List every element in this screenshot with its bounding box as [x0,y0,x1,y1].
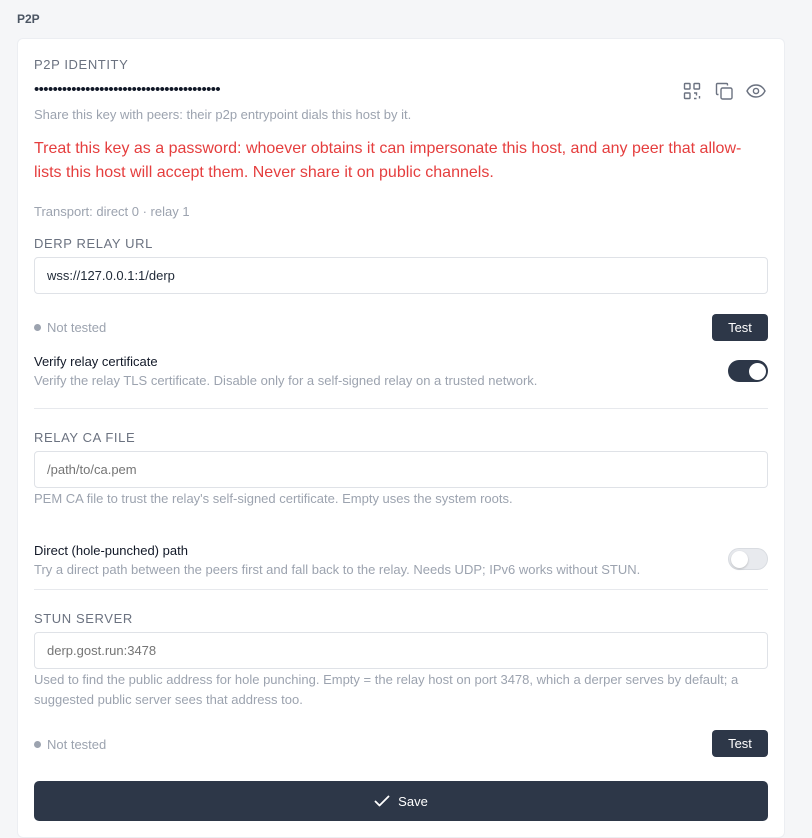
relay-ca-file-help: PEM CA file to trust the relay's self-si… [34,491,513,506]
stun-help-line-1: Used to find the public address for hole… [34,672,739,687]
stun-test-button[interactable]: Test [712,730,768,757]
verify-cert-description: Verify the relay TLS certificate. Disabl… [34,373,538,388]
stun-server-input[interactable] [34,632,768,669]
verify-cert-toggle[interactable] [728,360,768,382]
section-title: P2P [17,12,40,26]
derp-test-button[interactable]: Test [712,314,768,341]
save-button-label: Save [398,793,428,809]
status-dot [34,324,41,331]
stun-test-status-text: Not tested [47,737,107,752]
direct-path-description: Try a direct path between the peers firs… [34,562,641,577]
divider [34,408,768,409]
identity-warning-line-2: lists this host will accept them. Never … [34,164,494,181]
verify-cert-title: Verify relay certificate [34,354,158,369]
eye-icon[interactable] [745,80,767,102]
stun-server-label: STUN SERVER [34,611,133,626]
identity-label: P2P IDENTITY [34,57,129,72]
direct-path-toggle[interactable] [728,548,768,570]
transport-status: Transport: direct 0 · relay 1 [34,204,190,219]
divider [34,589,768,590]
toggle-knob [748,362,766,380]
derp-relay-url-input[interactable] [34,257,768,294]
save-button[interactable]: Save [34,781,768,821]
identity-key-masked[interactable]: •••••••••••••••••••••••••••••••••••••••• [34,82,221,97]
stun-help-line-2: suggested public server sees that addres… [34,692,303,707]
check-icon [374,795,390,807]
derp-test-status-text: Not tested [47,320,107,335]
derp-relay-url-label: DERP RELAY URL [34,236,153,251]
relay-ca-file-input[interactable] [34,451,768,488]
qr-code-icon[interactable] [681,80,703,102]
identity-warning-line-1: Treat this key as a password: whoever ob… [34,140,742,157]
status-dot [34,741,41,748]
direct-path-title: Direct (hole-punched) path [34,543,188,558]
p2p-settings-card: P2P IDENTITY •••••••••••••••••••••••••••… [17,38,785,838]
relay-ca-file-label: RELAY CA FILE [34,430,136,445]
identity-share-hint: Share this key with peers: their p2p ent… [34,107,412,122]
toggle-knob [730,550,748,568]
derp-test-status: Not tested [34,320,106,335]
copy-icon[interactable] [713,80,735,102]
stun-test-status: Not tested [34,737,106,752]
